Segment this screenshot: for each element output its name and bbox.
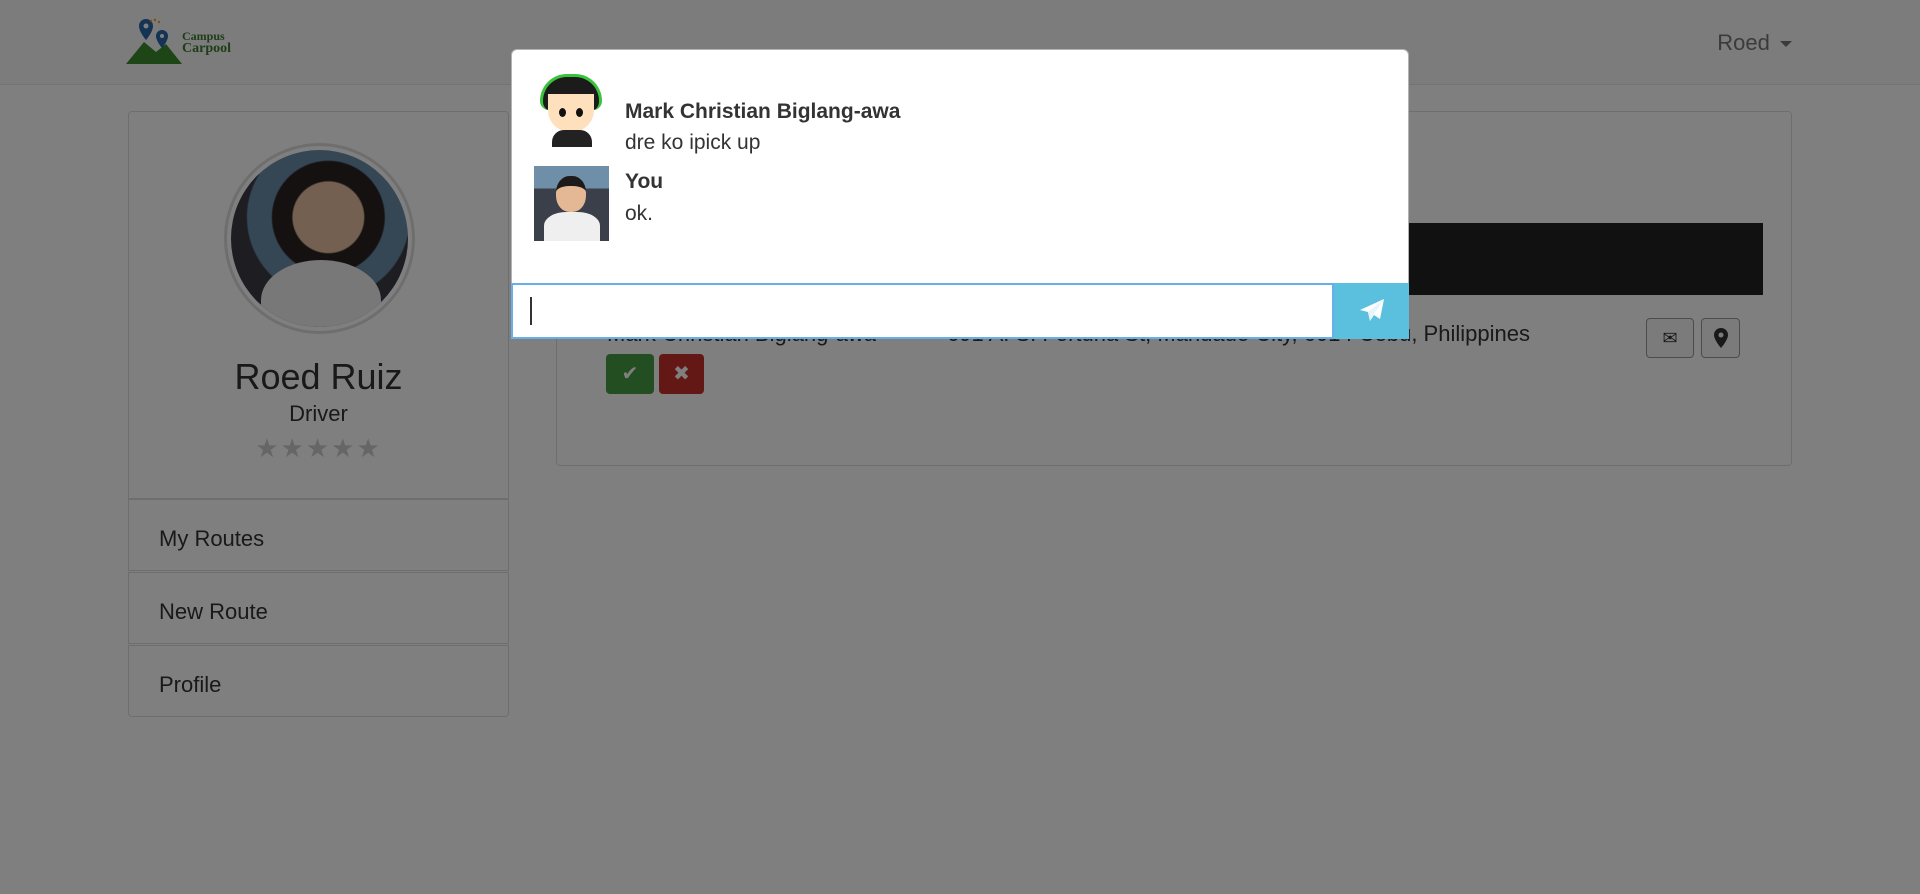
message-text: dre ko ipick up	[625, 131, 761, 154]
sender-avatar	[534, 166, 609, 241]
paper-plane-icon	[1360, 299, 1384, 321]
message-text: ok.	[625, 202, 654, 225]
chat-message: Mark Christian Biglang-awa dre ko ipick …	[534, 72, 1134, 154]
message-sender: You	[625, 170, 664, 193]
chat-compose-bar	[511, 283, 1409, 339]
chat-message: You ok.	[534, 166, 1134, 246]
send-message-button[interactable]	[1334, 283, 1409, 339]
chat-message-input[interactable]	[511, 283, 1334, 339]
message-sender: Mark Christian Biglang-awa	[625, 100, 901, 123]
sender-avatar	[534, 72, 609, 147]
text-cursor	[530, 297, 532, 325]
